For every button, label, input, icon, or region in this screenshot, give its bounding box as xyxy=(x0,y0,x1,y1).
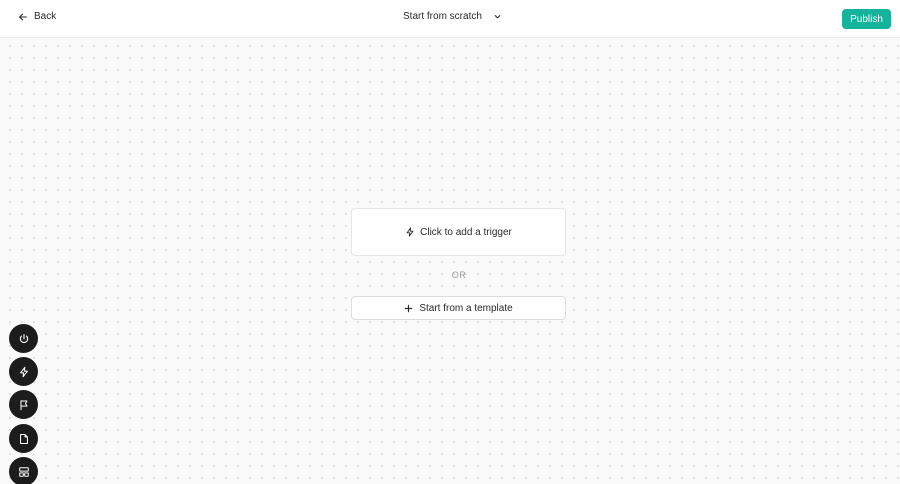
toolbar-lightning-button[interactable] xyxy=(9,357,38,386)
publish-button[interactable]: Publish xyxy=(842,9,891,29)
start-from-template-button[interactable]: Start from a template xyxy=(351,296,566,320)
flag-icon xyxy=(19,399,28,410)
arrow-left-icon xyxy=(19,13,27,20)
plus-icon xyxy=(405,304,413,312)
power-icon xyxy=(19,333,28,343)
lightning-icon xyxy=(406,227,414,237)
add-trigger-label: Click to add a trigger xyxy=(420,226,512,238)
file-icon xyxy=(19,433,28,444)
toolbar-flag-button[interactable] xyxy=(9,390,38,419)
start-from-template-label: Start from a template xyxy=(419,302,513,314)
back-label: Back xyxy=(34,11,57,22)
back-button[interactable]: Back xyxy=(18,11,56,22)
add-trigger-card[interactable]: Click to add a trigger xyxy=(351,208,566,256)
toolbar-layout-button[interactable] xyxy=(9,457,38,484)
mode-select[interactable]: Start from scratch xyxy=(403,11,502,22)
mode-select-label: Start from scratch xyxy=(403,11,482,22)
or-divider: OR xyxy=(451,270,467,280)
toolbar-power-button[interactable] xyxy=(9,324,38,353)
lightning-icon xyxy=(19,366,28,377)
chevron-down-icon xyxy=(494,15,501,19)
toolbar-file-button[interactable] xyxy=(9,424,38,453)
top-bar: Back Start from scratch Publish xyxy=(0,0,900,38)
workflow-canvas[interactable] xyxy=(0,38,900,484)
layout-icon xyxy=(18,466,29,477)
